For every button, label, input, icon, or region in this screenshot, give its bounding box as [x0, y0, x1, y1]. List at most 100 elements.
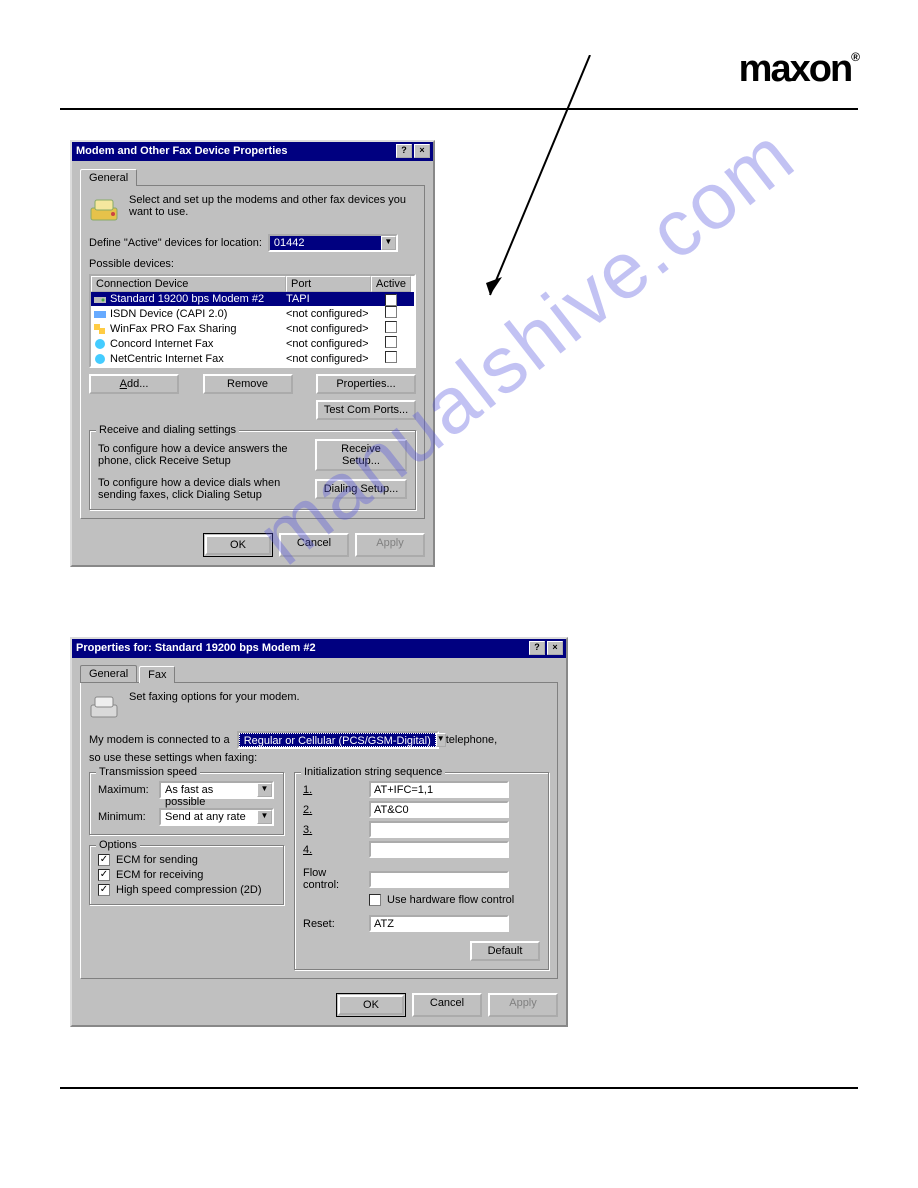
add-button[interactable]: Add...: [89, 374, 179, 394]
devices-list[interactable]: Connection Device Port Active Standard 1…: [89, 274, 416, 368]
init-4-label: 4.: [303, 844, 363, 856]
device-row[interactable]: WinFax PRO Fax Sharing <not configured>: [91, 321, 414, 336]
telephone-type-dropdown[interactable]: Regular or Cellular (PCS/GSM-Digital) ▼: [237, 731, 439, 749]
active-checkbox[interactable]: [385, 351, 397, 363]
internet-fax-icon: [93, 337, 107, 351]
modem-properties-dialog: Modem and Other Fax Device Properties ? …: [70, 140, 435, 567]
active-checkbox[interactable]: [385, 306, 397, 318]
device-name: ISDN Device (CAPI 2.0): [110, 308, 227, 320]
receive-setup-button[interactable]: Receive Setup...: [315, 439, 407, 471]
max-speed-dropdown[interactable]: As fast as possible ▼: [159, 781, 274, 799]
options-group: Options ✓ECM for sending ✓ECM for receiv…: [89, 845, 284, 905]
chevron-down-icon[interactable]: ▼: [381, 236, 396, 250]
titlebar[interactable]: Properties for: Standard 19200 bps Modem…: [72, 639, 566, 658]
init-3-input[interactable]: [369, 821, 509, 838]
max-speed-value: As fast as possible: [161, 783, 257, 797]
receive-dialing-group: Receive and dialing settings To configur…: [89, 430, 416, 510]
modem-icon: [89, 691, 121, 723]
apply-button: Apply: [488, 993, 558, 1017]
isdn-icon: [93, 307, 107, 321]
receive-help-text: To configure how a device answers the ph…: [98, 443, 309, 467]
titlebar[interactable]: Modem and Other Fax Device Properties ? …: [72, 142, 433, 161]
init-2-label: 2.: [303, 804, 363, 816]
fax-share-icon: [93, 322, 107, 336]
active-checkbox[interactable]: ✓: [385, 294, 397, 306]
device-row[interactable]: ISDN Device (CAPI 2.0) <not configured>: [91, 306, 414, 321]
test-com-ports-button[interactable]: Test Com Ports...: [316, 400, 416, 420]
help-button[interactable]: ?: [529, 641, 545, 655]
ok-button[interactable]: OK: [203, 533, 273, 557]
chevron-down-icon[interactable]: ▼: [436, 733, 446, 747]
ok-button[interactable]: OK: [336, 993, 406, 1017]
devices-header: Connection Device Port Active: [91, 276, 414, 292]
tab-general[interactable]: General: [80, 169, 137, 186]
close-button[interactable]: ×: [414, 144, 430, 158]
device-port: <not configured>: [286, 338, 371, 350]
device-row[interactable]: NetCentric Internet Fax <not configured>: [91, 351, 414, 366]
init-2-input[interactable]: AT&C0: [369, 801, 509, 818]
col-active[interactable]: Active: [371, 276, 411, 292]
default-button[interactable]: Default: [470, 941, 540, 961]
reset-label: Reset:: [303, 918, 363, 930]
instruction-text: Select and set up the modems and other f…: [129, 194, 416, 218]
window-title: Properties for: Standard 19200 bps Modem…: [76, 642, 527, 654]
group-legend: Transmission speed: [96, 766, 200, 778]
telephone-type-value: Regular or Cellular (PCS/GSM-Digital): [239, 733, 436, 747]
min-speed-dropdown[interactable]: Send at any rate ▼: [159, 808, 274, 826]
device-name: Standard 19200 bps Modem #2: [110, 293, 264, 305]
init-1-input[interactable]: AT+IFC=1,1: [369, 781, 509, 798]
device-row[interactable]: Concord Internet Fax <not configured>: [91, 336, 414, 351]
ecm-recv-checkbox[interactable]: ✓ECM for receiving: [98, 869, 275, 881]
connected-post-text: telephone,: [446, 734, 497, 746]
init-4-input[interactable]: [369, 841, 509, 858]
active-checkbox[interactable]: [385, 336, 397, 348]
location-dropdown[interactable]: 01442 ▼: [268, 234, 398, 252]
device-port: <not configured>: [286, 353, 371, 365]
modem-fax-properties-dialog: Properties for: Standard 19200 bps Modem…: [70, 637, 568, 1027]
col-port[interactable]: Port: [286, 276, 371, 292]
dialing-setup-button[interactable]: Dialing Setup...: [315, 479, 407, 499]
tab-fax[interactable]: Fax: [139, 666, 175, 683]
internet-fax-icon: [93, 352, 107, 366]
device-name: WinFax PRO Fax Sharing: [110, 323, 237, 335]
init-1-label: 1.: [303, 784, 363, 796]
properties-button[interactable]: Properties...: [316, 374, 416, 394]
connected-line2-text: so use these settings when faxing:: [89, 752, 549, 764]
device-row[interactable]: Standard 19200 bps Modem #2 TAPI ✓: [91, 292, 414, 306]
modem-icon: [89, 194, 121, 226]
active-checkbox[interactable]: [385, 321, 397, 333]
group-legend: Initialization string sequence: [301, 766, 445, 778]
hw-flow-checkbox[interactable]: Use hardware flow control: [369, 894, 540, 906]
flow-control-input[interactable]: [369, 871, 509, 888]
cancel-button[interactable]: Cancel: [412, 993, 482, 1017]
define-location-label: Define "Active" devices for location:: [89, 237, 262, 249]
min-label: Minimum:: [98, 811, 153, 823]
flow-control-label: Flow control:: [303, 867, 363, 891]
chevron-down-icon[interactable]: ▼: [257, 810, 272, 824]
reset-input[interactable]: ATZ: [369, 915, 509, 932]
group-legend: Receive and dialing settings: [96, 424, 239, 436]
connected-pre-text: My modem is connected to a: [89, 734, 230, 746]
modem-small-icon: [93, 292, 107, 306]
chevron-down-icon[interactable]: ▼: [257, 783, 272, 797]
hsc-checkbox[interactable]: ✓High speed compression (2D): [98, 884, 275, 896]
min-speed-value: Send at any rate: [161, 810, 257, 824]
max-label: Maximum:: [98, 784, 153, 796]
location-value: 01442: [270, 236, 381, 250]
col-device[interactable]: Connection Device: [91, 276, 286, 292]
device-port: TAPI: [286, 293, 371, 305]
tab-general[interactable]: General: [80, 665, 137, 682]
possible-devices-label: Possible devices:: [89, 258, 416, 270]
group-legend: Options: [96, 839, 140, 851]
init-sequence-group: Initialization string sequence 1.AT+IFC=…: [294, 772, 549, 970]
cancel-button[interactable]: Cancel: [279, 533, 349, 557]
close-button[interactable]: ×: [547, 641, 563, 655]
help-button[interactable]: ?: [396, 144, 412, 158]
device-name: Concord Internet Fax: [110, 338, 213, 350]
dialing-help-text: To configure how a device dials when sen…: [98, 477, 309, 501]
ecm-send-checkbox[interactable]: ✓ECM for sending: [98, 854, 275, 866]
brand-logo: maxon®: [739, 48, 858, 91]
remove-button[interactable]: Remove: [203, 374, 293, 394]
instruction-text: Set faxing options for your modem.: [129, 691, 300, 703]
init-3-label: 3.: [303, 824, 363, 836]
